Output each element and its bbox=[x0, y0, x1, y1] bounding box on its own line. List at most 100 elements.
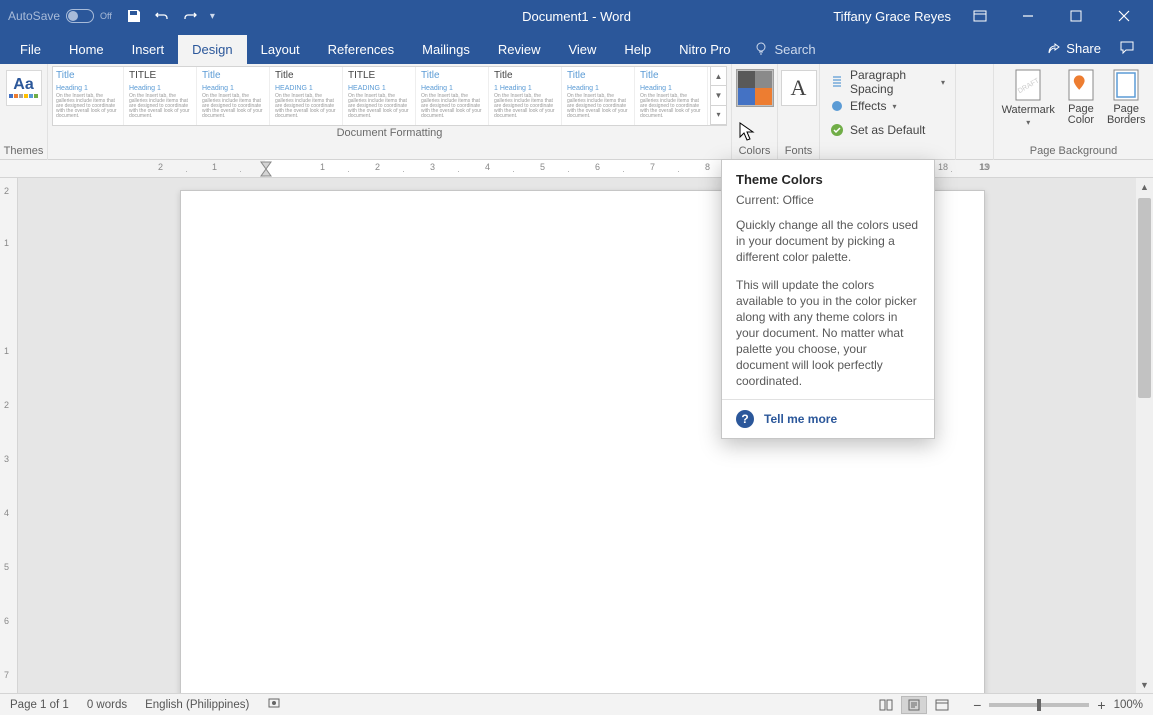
style-set-item[interactable]: TitleHeading 1On the Insert tab, the gal… bbox=[199, 67, 270, 125]
search-label: Search bbox=[774, 42, 815, 57]
ruler-tick: 1 bbox=[4, 346, 9, 356]
print-layout-button[interactable] bbox=[901, 696, 927, 714]
zoom-in-button[interactable]: + bbox=[1097, 697, 1105, 713]
ruler-tick: 7 bbox=[650, 162, 655, 172]
zoom-slider[interactable] bbox=[989, 703, 1089, 707]
minimize-icon[interactable] bbox=[1013, 4, 1043, 28]
scroll-thumb[interactable] bbox=[1138, 198, 1151, 398]
page-background-group: DRAFT Watermark ▾ Page Color Page Border… bbox=[993, 64, 1153, 160]
scroll-up-icon[interactable]: ▲ bbox=[1136, 178, 1153, 195]
ruler-tick: 7 bbox=[4, 670, 9, 680]
scroll-down-icon[interactable]: ▼ bbox=[1136, 676, 1153, 693]
tab-insert[interactable]: Insert bbox=[118, 35, 179, 64]
undo-icon[interactable] bbox=[154, 8, 170, 24]
colors-button[interactable] bbox=[737, 70, 773, 106]
autosave-label: AutoSave bbox=[8, 9, 60, 23]
tooltip-para2: This will update the colors available to… bbox=[736, 277, 920, 389]
style-set-item[interactable]: TitleHeading 1On the Insert tab, the gal… bbox=[637, 67, 708, 125]
style-set-item[interactable]: Title1 Heading 1On the Insert tab, the g… bbox=[491, 67, 562, 125]
formatting-options-group: Paragraph Spacing ▾ Effects ▾ Set as Def… bbox=[820, 64, 956, 160]
zoom-controls: − + 100% bbox=[973, 697, 1143, 713]
zoom-out-button[interactable]: − bbox=[973, 697, 981, 713]
tab-layout[interactable]: Layout bbox=[247, 35, 314, 64]
set-as-default-button[interactable]: Set as Default bbox=[830, 118, 945, 142]
fonts-button[interactable]: A bbox=[781, 70, 817, 106]
status-bar: Page 1 of 1 0 words English (Philippines… bbox=[0, 693, 1153, 715]
ribbon-display-icon[interactable] bbox=[965, 4, 995, 28]
lightbulb-icon bbox=[754, 41, 768, 58]
ruler-tick: 4 bbox=[485, 162, 490, 172]
ruler-tick: 5 bbox=[4, 562, 9, 572]
macro-record-icon[interactable] bbox=[267, 696, 281, 713]
page-borders-button[interactable]: Page Borders bbox=[1107, 68, 1146, 127]
paragraph-spacing-button[interactable]: Paragraph Spacing ▾ bbox=[830, 70, 945, 94]
qat-customize-icon[interactable]: ▾ bbox=[210, 11, 215, 22]
tab-help[interactable]: Help bbox=[610, 35, 665, 64]
style-set-item[interactable]: TITLEHeading 1On the Insert tab, the gal… bbox=[126, 67, 197, 125]
close-icon[interactable] bbox=[1109, 4, 1139, 28]
themes-group: Aa Themes bbox=[0, 64, 48, 160]
page-color-icon bbox=[1065, 68, 1097, 102]
comments-icon[interactable] bbox=[1119, 39, 1135, 58]
page-color-button[interactable]: Page Color bbox=[1065, 68, 1097, 127]
maximize-icon[interactable] bbox=[1061, 4, 1091, 28]
watermark-button[interactable]: DRAFT Watermark ▾ bbox=[1002, 68, 1055, 127]
zoom-level[interactable]: 100% bbox=[1114, 699, 1143, 711]
colors-group: Colors bbox=[732, 64, 778, 160]
language-status[interactable]: English (Philippines) bbox=[145, 699, 249, 711]
ruler-tick: 2 bbox=[4, 400, 9, 410]
style-set-item[interactable]: TitleHEADING 1On the Insert tab, the gal… bbox=[272, 67, 343, 125]
paragraph-spacing-icon bbox=[830, 75, 844, 89]
colors-label: Colors bbox=[739, 144, 771, 160]
view-buttons bbox=[873, 696, 955, 714]
tab-view[interactable]: View bbox=[554, 35, 610, 64]
user-name[interactable]: Tiffany Grace Reyes bbox=[833, 9, 959, 24]
tooltip-para1: Quickly change all the colors used in yo… bbox=[736, 217, 920, 265]
themes-button[interactable]: Aa bbox=[6, 70, 42, 106]
fonts-group: A Fonts bbox=[778, 64, 820, 160]
page-borders-icon bbox=[1110, 68, 1142, 102]
tab-file[interactable]: File bbox=[6, 35, 55, 64]
style-set-item[interactable]: TitleHeading 1On the Insert tab, the gal… bbox=[418, 67, 489, 125]
tab-mailings[interactable]: Mailings bbox=[408, 35, 484, 64]
title-bar: AutoSave Off ▾ Document1 - Word Tiffany … bbox=[0, 0, 1153, 32]
effects-button[interactable]: Effects ▾ bbox=[830, 94, 945, 118]
web-layout-button[interactable] bbox=[929, 696, 955, 714]
page-status[interactable]: Page 1 of 1 bbox=[10, 699, 69, 711]
save-icon[interactable] bbox=[126, 8, 142, 24]
watermark-icon: DRAFT bbox=[1012, 68, 1044, 102]
style-set-item[interactable]: TitleHeading 1On the Insert tab, the gal… bbox=[564, 67, 635, 125]
autosave-toggle[interactable]: AutoSave Off bbox=[8, 9, 112, 23]
ruler-tick: 6 bbox=[4, 616, 9, 626]
tell-me-more-link[interactable]: Tell me more bbox=[764, 412, 837, 426]
style-set-item[interactable]: TITLEHEADING 1On the Insert tab, the gal… bbox=[345, 67, 416, 125]
style-gallery[interactable]: TitleHeading 1On the Insert tab, the gal… bbox=[52, 66, 727, 126]
share-area: Share bbox=[1047, 39, 1147, 64]
gallery-more-button[interactable]: ▲▼▾ bbox=[710, 67, 726, 125]
word-count[interactable]: 0 words bbox=[87, 699, 127, 711]
share-button[interactable]: Share bbox=[1047, 41, 1101, 56]
autosave-switch[interactable] bbox=[66, 9, 94, 23]
tooltip-tell-me-more[interactable]: ? Tell me more bbox=[722, 399, 934, 438]
document-title: Document1 - Word bbox=[522, 9, 631, 24]
ruler-tick: 6 bbox=[595, 162, 600, 172]
redo-icon[interactable] bbox=[182, 8, 198, 24]
style-set-item[interactable]: TitleHeading 1On the Insert tab, the gal… bbox=[53, 67, 124, 125]
read-mode-button[interactable] bbox=[873, 696, 899, 714]
docfmt-label: Document Formatting bbox=[52, 126, 727, 142]
ruler-tick: 1 bbox=[4, 238, 9, 248]
left-indent-marker[interactable] bbox=[260, 161, 272, 177]
tab-nitro[interactable]: Nitro Pro bbox=[665, 35, 744, 64]
ruler-tick: 1 bbox=[320, 162, 325, 172]
tab-references[interactable]: References bbox=[314, 35, 408, 64]
tell-me-search[interactable]: Search bbox=[754, 41, 815, 64]
themes-label: Themes bbox=[4, 144, 44, 160]
vertical-scrollbar[interactable]: ▲ ▼ bbox=[1136, 178, 1153, 693]
document-formatting-group: TitleHeading 1On the Insert tab, the gal… bbox=[48, 64, 732, 160]
vertical-ruler[interactable]: 211234567 bbox=[0, 178, 18, 693]
tab-design[interactable]: Design bbox=[178, 35, 246, 64]
horizontal-ruler[interactable]: 2·1·1·2·3·4·5·6·7·8·9·10·11·12·131819 bbox=[0, 160, 1153, 178]
tab-home[interactable]: Home bbox=[55, 35, 118, 64]
tab-review[interactable]: Review bbox=[484, 35, 555, 64]
checkmark-icon bbox=[830, 123, 844, 137]
